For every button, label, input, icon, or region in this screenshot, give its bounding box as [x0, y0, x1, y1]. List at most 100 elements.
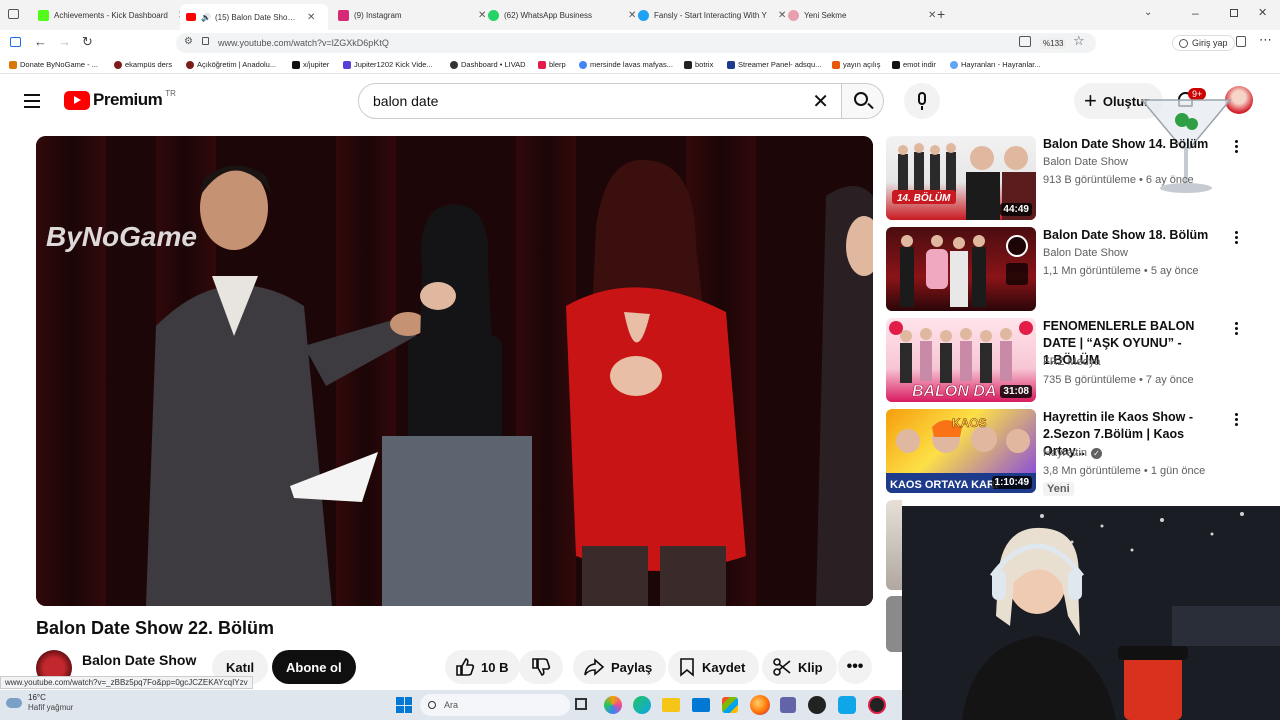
close-icon[interactable]: ✕ — [928, 10, 936, 21]
related-channel-name[interactable]: Balon Date Show — [1043, 247, 1128, 259]
weather-widget[interactable]: 16°C Hafif yağmur — [6, 693, 73, 713]
tab-youtube[interactable]: 🔊 (15) Balon Date Show 22. Bölüm ✕ — [180, 4, 328, 30]
new-tab-button[interactable]: + — [937, 6, 945, 22]
tab-instagram[interactable]: (9) Instagram ✕ — [332, 4, 492, 26]
signin-button[interactable]: Giriş yap — [1172, 35, 1235, 51]
add-to-queue-icon[interactable] — [1006, 263, 1028, 285]
related-video-title[interactable]: Balon Date Show 18. Bölüm — [1043, 227, 1223, 244]
forward-icon[interactable]: → — [58, 34, 71, 49]
bookmark-item[interactable]: Dashboard • LIVAD — [450, 60, 526, 69]
file-explorer-icon[interactable] — [662, 698, 680, 712]
related-channel-name[interactable]: Balon Date Show — [1043, 156, 1128, 168]
browser-menu-icon[interactable]: ⋯ — [1259, 32, 1272, 48]
close-window-button[interactable]: ✕ — [1258, 6, 1267, 19]
tab-new[interactable]: Yeni Sekme ✕ — [782, 4, 942, 26]
share-button[interactable]: Paylaş — [573, 650, 667, 684]
more-options-icon[interactable] — [1232, 140, 1240, 156]
related-channel-name[interactable]: Hayrettin ✓ — [1043, 447, 1103, 459]
close-icon[interactable]: ✕ — [307, 12, 315, 23]
bookmark-item[interactable]: Açıköğretim | Anadolu... — [186, 60, 276, 69]
tab-whatsapp[interactable]: (62) WhatsApp Business ✕ — [482, 4, 642, 26]
bookmark-item[interactable]: x/jupiter — [292, 60, 329, 69]
more-actions-button[interactable]: ••• — [838, 650, 872, 684]
voice-search-button[interactable] — [904, 83, 940, 119]
bookmark-item[interactable]: emot indir — [892, 60, 936, 69]
bookmarks-bar: Donate ByNoGame - ... ekampüs ders Açıkö… — [0, 56, 1280, 74]
media-player-icon[interactable] — [808, 696, 826, 714]
zoom-badge[interactable]: %133 — [1040, 38, 1067, 49]
speaker-icon[interactable]: 🔊 — [201, 13, 211, 22]
related-video-item[interactable]: Balon Date Show 18. Bölüm Balon Date Sho… — [886, 227, 1266, 313]
more-options-icon[interactable] — [1232, 231, 1240, 247]
download-icon[interactable] — [1019, 36, 1031, 47]
clip-button[interactable]: Klip — [762, 650, 837, 684]
copilot-icon[interactable] — [604, 696, 622, 714]
cloud-rain-icon — [6, 698, 22, 708]
tab-list-chevron-icon[interactable]: ⌄ — [1144, 7, 1152, 18]
app-icon[interactable] — [868, 696, 886, 714]
video-player[interactable]: ByNoGame — [36, 136, 873, 606]
video-thumbnail[interactable] — [886, 227, 1036, 311]
related-video-item[interactable]: 14. BÖLÜM 44:49 Balon Date Show 14. Bölü… — [886, 136, 1266, 222]
bookmark-item[interactable]: ekampüs ders — [114, 60, 172, 69]
search-button[interactable] — [842, 83, 884, 119]
save-button[interactable]: Kaydet — [668, 650, 760, 684]
app-icon[interactable] — [838, 696, 856, 714]
task-view-icon[interactable] — [575, 698, 587, 710]
bookmark-item[interactable]: Hayranları - Hayranlar... — [950, 60, 1041, 69]
refresh-icon[interactable]: ↻ — [82, 34, 93, 50]
workspaces-icon[interactable] — [10, 37, 21, 47]
more-options-icon[interactable] — [1232, 322, 1240, 338]
tab-fansly[interactable]: Fansly - Start Interacting With Y ✕ — [632, 4, 792, 26]
mail-icon[interactable] — [692, 698, 710, 712]
search-input[interactable]: balon date ✕ — [358, 83, 842, 119]
related-channel-name[interactable]: FRZ Medya — [1043, 356, 1100, 368]
video-thumbnail[interactable]: BALON DA 31:08 — [886, 318, 1036, 402]
clear-search-icon[interactable]: ✕ — [812, 89, 829, 114]
bookmark-item[interactable]: Jupiter1202 Kick Vide... — [343, 60, 433, 69]
instagram-icon — [338, 9, 349, 21]
video-thumbnail[interactable]: 14. BÖLÜM 44:49 — [886, 136, 1036, 220]
bookmark-item[interactable]: mersinde lavas mafyas... — [579, 60, 673, 69]
like-button[interactable]: 10 B — [445, 650, 521, 684]
channel-name[interactable]: Balon Date Show — [82, 652, 196, 668]
restore-button[interactable] — [1230, 9, 1238, 17]
taskbar-search[interactable]: Ara — [420, 694, 570, 716]
video-thumbnail[interactable] — [886, 596, 902, 652]
start-button[interactable] — [396, 697, 412, 713]
more-options-icon[interactable] — [1232, 413, 1240, 429]
bookmark-item[interactable]: yayın açılış — [832, 60, 881, 69]
watch-later-icon[interactable] — [1006, 235, 1028, 257]
dislike-button[interactable] — [519, 650, 563, 684]
bookmark-favicon-icon — [684, 60, 692, 69]
tab-actions-icon[interactable] — [8, 9, 19, 19]
site-info-icon[interactable]: ⚙ — [184, 36, 193, 47]
kick-icon — [38, 9, 49, 21]
youtube-premium-logo[interactable]: Premium TR — [64, 89, 176, 110]
firefox-icon[interactable] — [750, 695, 770, 715]
favorite-star-icon[interactable]: ☆ — [1073, 33, 1085, 49]
subscribe-button[interactable]: Abone ol — [272, 650, 356, 684]
video-thumbnail[interactable]: KAOS KAOS ORTAYA KARI 1:10:49 — [886, 409, 1036, 493]
back-icon[interactable]: ← — [34, 34, 47, 49]
edge-icon[interactable] — [633, 696, 651, 714]
minimize-button[interactable]: – — [1192, 6, 1199, 20]
bookmark-item[interactable]: Streamer Panel- adsqu... — [727, 60, 821, 69]
bookmark-item[interactable]: blerp — [538, 60, 566, 69]
related-video-title[interactable]: Balon Date Show 14. Bölüm — [1043, 136, 1223, 153]
store-icon[interactable] — [722, 697, 738, 713]
teams-icon[interactable] — [780, 697, 796, 713]
tab-kick-dashboard[interactable]: Achievements - Kick Dashboard ✕ — [32, 4, 192, 26]
related-video-meta: 1,1 Mn görüntüleme • 5 ay önce — [1043, 265, 1199, 277]
bookmark-item[interactable]: botrix — [684, 60, 713, 69]
video-thumbnail[interactable] — [886, 500, 902, 590]
thumbs-down-icon — [532, 658, 551, 676]
related-video-item[interactable]: BALON DA 31:08 FENOMENLERLE BALON DATE |… — [886, 318, 1266, 404]
related-video-item[interactable]: KAOS KAOS ORTAYA KARI 1:10:49 Hayrettin … — [886, 409, 1266, 496]
hamburger-menu-icon[interactable] — [24, 94, 40, 108]
address-bar[interactable]: ⚙ www.youtube.com/watch?v=lZGXkD6pKtQ — [176, 33, 1096, 53]
edge-newtab-icon — [788, 9, 799, 21]
bookmark-item[interactable]: Donate ByNoGame - ... — [9, 60, 98, 69]
youtube-header: Premium TR balon date ✕ + Oluştur 9+ — [0, 74, 1280, 128]
extensions-icon[interactable] — [1236, 36, 1246, 47]
